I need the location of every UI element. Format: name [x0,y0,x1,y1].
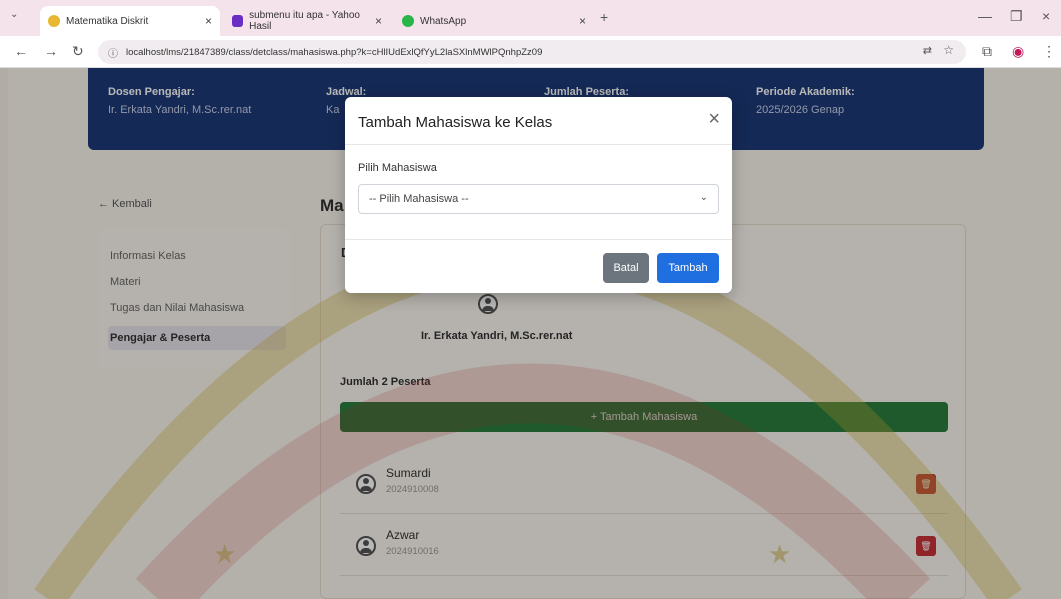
close-icon[interactable]: × [708,109,720,129]
modal-header: Tambah Mahasiswa ke Kelas × [345,97,732,145]
tab-label: WhatsApp [420,15,467,27]
add-student-modal: Tambah Mahasiswa ke Kelas × Pilih Mahasi… [345,97,732,293]
tab-whatsapp[interactable]: WhatsApp × [394,6,594,36]
forward-icon[interactable]: → [44,43,58,59]
tab-label: Matematika Diskrit [66,15,149,27]
site-info-icon[interactable]: ⓘ [108,45,118,60]
browser-tab-bar: ⌄ Matematika Diskrit × submenu itu apa -… [0,0,1061,36]
cancel-button[interactable]: Batal [603,253,649,283]
modal-title: Tambah Mahasiswa ke Kelas [358,114,553,131]
url-field[interactable]: ⓘ localhost/lms/21847389/class/detclass/… [98,40,966,64]
reload-icon[interactable]: ↻ [72,43,84,60]
yahoo-favicon-icon [232,15,244,27]
whatsapp-favicon-icon [402,15,414,27]
tab-search-icon[interactable]: ⌄ [10,9,18,20]
bookmark-star-icon[interactable]: ☆ [943,43,954,57]
menu-icon[interactable]: ⋮ [1042,43,1056,60]
tab-matematika-diskrit[interactable]: Matematika Diskrit × [40,6,220,36]
select-value: -- Pilih Mahasiswa -- [369,193,469,205]
tab-yahoo[interactable]: submenu itu apa - Yahoo Hasil × [224,6,390,36]
close-tab-icon[interactable]: × [205,14,212,28]
extensions-icon[interactable]: ⧉ [982,43,992,60]
select-student-label: Pilih Mahasiswa [358,162,437,174]
student-select[interactable]: -- Pilih Mahasiswa -- ⌄ [358,184,719,214]
profile-icon[interactable]: ◉ [1012,43,1024,60]
minimize-icon[interactable]: — [978,8,992,24]
close-window-icon[interactable]: × [1042,8,1050,24]
restore-icon[interactable]: ❐ [1010,8,1023,25]
translate-icon[interactable]: ⇄ [923,44,932,57]
tab-label: submenu itu apa - Yahoo Hasil [249,10,360,32]
modal-footer: Batal Tambah [345,239,732,293]
close-tab-icon[interactable]: × [375,14,382,28]
url-text: localhost/lms/21847389/class/detclass/ma… [126,46,543,58]
new-tab-icon[interactable]: + [600,9,608,25]
address-bar: ← → ↻ ⓘ localhost/lms/21847389/class/det… [0,36,1061,68]
submit-button[interactable]: Tambah [657,253,719,283]
chevron-down-icon: ⌄ [699,192,708,203]
close-tab-icon[interactable]: × [579,14,586,28]
favicon-icon [48,15,60,27]
back-icon[interactable]: ← [14,43,28,59]
